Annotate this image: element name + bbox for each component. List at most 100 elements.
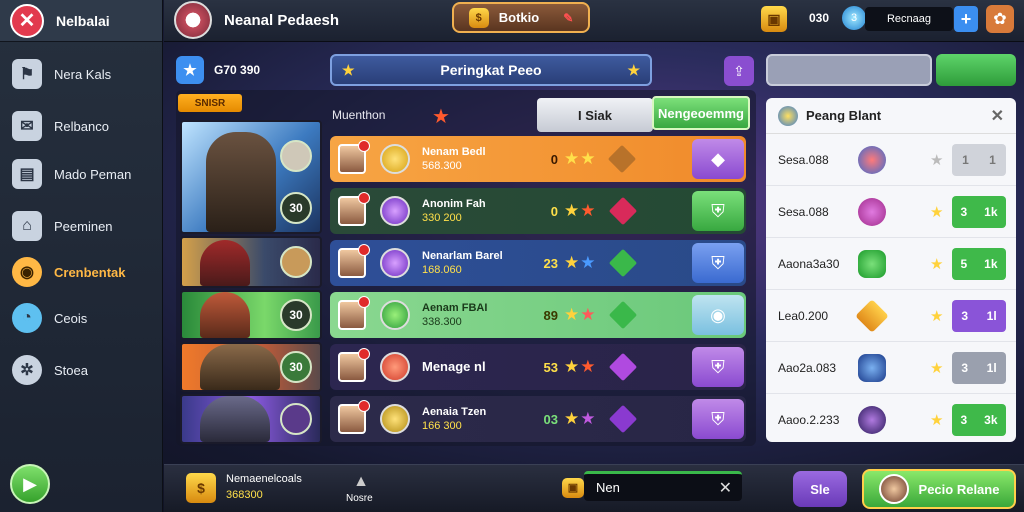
sidebar-item-0[interactable]: ⚑ Nera Kals — [12, 56, 157, 92]
table-row[interactable]: Menage nl 53 ★★ ⛨ — [330, 344, 746, 390]
player-name: Nenam Bedl — [422, 146, 486, 158]
close-icon[interactable]: ✕ — [991, 106, 1004, 126]
score-value: G70 390 — [214, 63, 261, 77]
table-row[interactable]: Nenam Bedl 568.300 0 ★★ ◆ — [330, 136, 746, 182]
resource-label: Recnaag — [865, 7, 953, 31]
coins-value: 368300 — [226, 489, 263, 501]
tab-active[interactable]: Nengeoemmg — [652, 96, 750, 130]
globe-icon — [778, 105, 798, 126]
play-button[interactable]: ▶ — [10, 464, 50, 504]
reward-label: Aaona3a30 — [778, 256, 840, 271]
rating-stars: ★★ — [564, 253, 597, 272]
bag-icon[interactable]: ✿ — [986, 5, 1014, 33]
claim-button[interactable]: 11 — [952, 143, 1006, 176]
player-avatar — [338, 296, 370, 330]
reward-button[interactable]: ◉ — [692, 295, 744, 335]
list-item[interactable]: Aaona3a30 ★ 5 1k — [766, 238, 1016, 290]
star-icon: ★ — [930, 203, 944, 221]
list-item[interactable]: Lea0.200 ★ 3 1l — [766, 290, 1016, 342]
profile-avatar[interactable] — [174, 1, 212, 39]
reward-amount: 1l — [986, 308, 997, 323]
rewards-panel-title: Peang Blant — [806, 108, 882, 123]
reward-label: Sesa.088 — [778, 152, 829, 167]
hero-portrait[interactable]: 30 — [180, 342, 322, 392]
sidebar-item-6[interactable]: ✲ Stoea — [12, 352, 157, 388]
table-row[interactable]: Aenam FBAI 338.300 89 ★★ ◉ — [330, 292, 746, 338]
table-row[interactable]: Anonim Fah 330 200 0 ★★ ⛨ — [330, 188, 746, 234]
star-icon: ★ — [432, 106, 450, 128]
chat-icon: ◔ — [12, 303, 42, 333]
hero-figure — [200, 292, 250, 338]
hero-badge — [280, 140, 312, 172]
rating-stars: ★★ — [564, 305, 597, 324]
small-button[interactable]: Sle — [793, 471, 847, 507]
sidebar-item-label: Mado Peman — [54, 166, 132, 182]
sidebar-item-2[interactable]: ▤ Mado Peman — [12, 156, 157, 192]
confirm-button[interactable] — [936, 54, 1016, 86]
shield-icon — [858, 353, 886, 382]
rewards-panel: Peang Blant ✕ Sesa.088 ★ 11 Sesa.088 ★ 3… — [766, 98, 1016, 442]
close-icon[interactable]: ✕ — [10, 3, 44, 38]
sidebar-item-5[interactable]: ◔ Ceois — [12, 300, 157, 336]
player-name: Menage nl — [422, 359, 486, 374]
gem-icon — [608, 144, 637, 174]
row-text: Aenaia Tzen 166 300 — [422, 405, 542, 433]
reward-label: Lea0.200 — [778, 308, 829, 323]
orb-icon — [380, 144, 410, 174]
tools-icon[interactable]: ✕ — [719, 478, 732, 498]
sidebar-item-4[interactable]: ◉ Crenbentak — [12, 254, 157, 290]
reward-button[interactable]: ⛨ — [692, 191, 744, 231]
claim-button[interactable]: 5 1k — [952, 247, 1006, 280]
list-item[interactable]: Aaoo.2.233 ★ 3 3k — [766, 394, 1016, 446]
row-text: Anonim Fah 330 200 — [422, 197, 542, 225]
hero-portrait[interactable] — [180, 236, 322, 288]
reward-button[interactable]: ⛨ — [692, 347, 744, 387]
hero-level-badge: 30 — [280, 299, 312, 331]
share-button[interactable]: ⇪ — [724, 56, 754, 86]
section-chip: SNISR — [178, 94, 242, 112]
hero-badge — [280, 403, 312, 435]
event-button[interactable]: $ Botkio ✎ — [452, 2, 590, 33]
main-action-label: Pecio Relane — [918, 481, 1000, 497]
claim-button[interactable]: 3 1k — [952, 195, 1006, 228]
cube-icon — [855, 298, 889, 333]
column-header: Muenthon — [332, 108, 386, 122]
hero-figure — [206, 132, 276, 232]
hero-badge — [280, 246, 312, 278]
list-item[interactable]: Sesa.088 ★ 11 — [766, 134, 1016, 186]
hero-portrait[interactable]: 30 — [180, 290, 322, 340]
filter-button[interactable] — [766, 54, 932, 86]
hero-portrait[interactable] — [180, 394, 322, 444]
list-item[interactable]: Sesa.088 ★ 3 1k — [766, 186, 1016, 238]
hero-portrait[interactable]: 30 — [180, 120, 322, 234]
reward-button[interactable]: ⛨ — [692, 243, 744, 283]
list-item[interactable]: Aao2a.083 ★ 3 1l — [766, 342, 1016, 394]
reward-button[interactable]: ⛨ — [692, 399, 744, 439]
sidebar-item-3[interactable]: ⌂ Peeminen — [12, 208, 157, 244]
row-rank: 0 — [550, 151, 558, 167]
hero-figure — [200, 344, 280, 390]
orb-icon — [380, 300, 410, 330]
reward-button[interactable]: ◆ — [692, 139, 744, 179]
hat-icon: ▲ — [353, 473, 369, 490]
reward-amount: 3k — [984, 413, 998, 427]
sidebar: ✕ Nelbalai ⚑ Nera Kals ✉ Relbanco ▤ Mado… — [0, 0, 163, 512]
chest-icon[interactable]: ▣ — [761, 6, 787, 32]
globe-icon: ◉ — [12, 257, 42, 287]
sidebar-item-label: Stoea — [54, 362, 88, 378]
tab-inactive[interactable]: I Siak — [537, 98, 653, 132]
sidebar-item-1[interactable]: ✉ Relbanco — [12, 108, 157, 144]
row-rank: 53 — [543, 359, 558, 375]
table-row[interactable]: Aenaia Tzen 166 300 03 ★★ ⛨ — [330, 396, 746, 442]
claim-button[interactable]: 3 3k — [952, 404, 1006, 436]
main-action-button[interactable]: Pecio Relane — [862, 469, 1016, 509]
add-resource-button[interactable]: + — [954, 6, 978, 32]
gem-icon: 3 — [842, 6, 866, 30]
name-field[interactable]: ▣ Nen ✕ — [562, 471, 742, 501]
player-score: 330 200 — [422, 212, 462, 224]
table-row[interactable]: Nenarlam Barel 168.060 23 ★★ ⛨ — [330, 240, 746, 286]
player-name: Aenaia Tzen — [422, 406, 487, 418]
claim-button[interactable]: 3 1l — [952, 351, 1006, 384]
claim-button[interactable]: 3 1l — [952, 299, 1006, 332]
hero-figure — [200, 240, 250, 286]
